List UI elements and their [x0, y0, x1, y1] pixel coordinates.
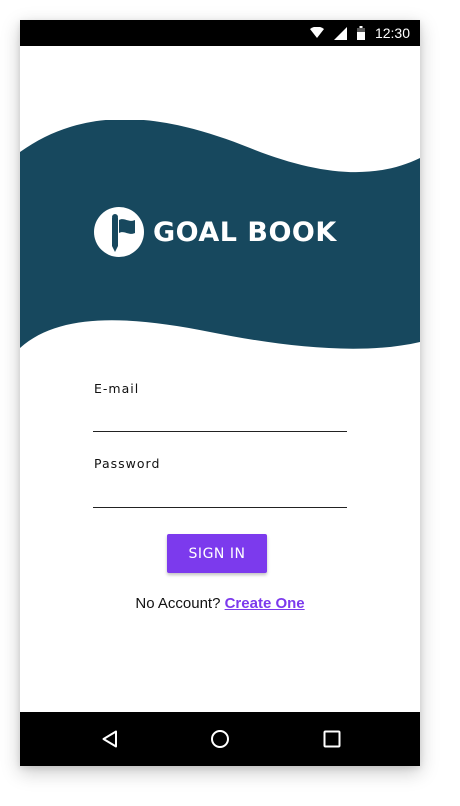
create-account-row: No Account? Create One: [20, 595, 420, 612]
recents-button[interactable]: [314, 722, 350, 756]
flag-pencil-icon: [94, 207, 144, 257]
create-account-link[interactable]: Create One: [225, 595, 305, 612]
back-button[interactable]: [92, 722, 128, 756]
status-time: 12:30: [374, 25, 410, 41]
phone-screen: 12:30 GOAL BOOK E-mail Password SIGN IN …: [20, 20, 420, 766]
password-label: Password: [94, 456, 161, 471]
app-logo: GOAL BOOK: [93, 206, 337, 258]
password-field[interactable]: [93, 479, 347, 508]
email-field[interactable]: [93, 403, 347, 432]
navigation-bar: [20, 712, 420, 766]
no-account-prompt: No Account?: [135, 595, 221, 612]
signal-icon: [333, 26, 347, 40]
status-icons: 12:30: [309, 20, 410, 46]
wifi-icon: [309, 27, 324, 38]
sign-in-button[interactable]: SIGN IN: [167, 534, 267, 573]
battery-icon: [356, 26, 365, 40]
home-button[interactable]: [202, 722, 238, 756]
status-bar: 12:30: [20, 20, 420, 46]
home-icon: [211, 730, 229, 748]
app-title: GOAL BOOK: [153, 216, 337, 248]
email-label: E-mail: [94, 381, 140, 396]
back-icon: [102, 730, 117, 748]
recents-icon: [323, 730, 341, 748]
